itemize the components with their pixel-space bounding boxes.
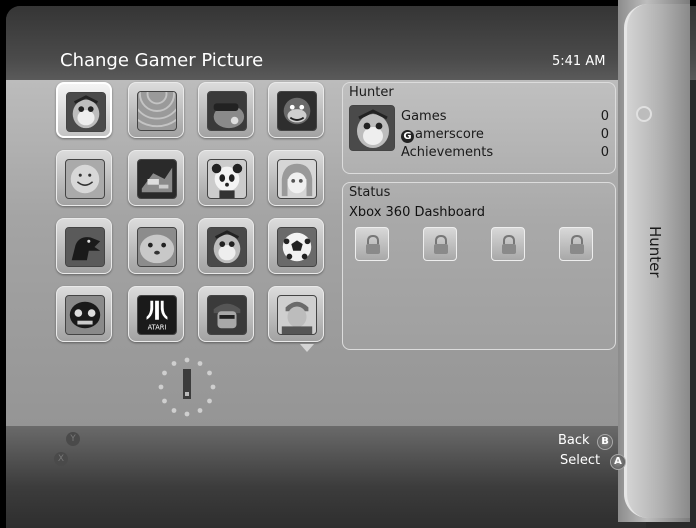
stat-label: Games: [401, 109, 447, 124]
gamer-picture-tile-soldier[interactable]: [198, 286, 254, 342]
stat-row-games: Games 0: [401, 109, 611, 126]
status-slot: [355, 227, 389, 261]
atari-logo-icon: ATARI: [137, 295, 177, 335]
status-slot: [559, 227, 593, 261]
lock-icon: [502, 235, 516, 254]
lock-icon: [570, 235, 584, 254]
clock: 5:41 AM: [552, 54, 606, 69]
smiley-icon: [65, 159, 105, 199]
seal-pup-icon: [137, 227, 177, 267]
b-button-icon[interactable]: B: [597, 434, 613, 450]
owl-icon: [66, 92, 106, 132]
select-hint-label: Select: [560, 453, 601, 468]
page-title: Change Gamer Picture: [60, 50, 264, 71]
x-button-icon: X: [54, 452, 68, 466]
back-hint-label: Back: [558, 433, 590, 448]
status-slot: [491, 227, 525, 261]
gamer-picture-tile-rings[interactable]: [128, 82, 184, 138]
gamer-picture-tile-mask[interactable]: [56, 286, 112, 342]
stat-value: 0: [600, 145, 609, 160]
robot-dragon-icon: [137, 159, 177, 199]
atari-text: ATARI: [148, 323, 167, 331]
dinosaur-icon: [65, 227, 105, 267]
gamer-picture-tile-owl-2[interactable]: [198, 218, 254, 274]
gamer-picture-owl-icon: [349, 105, 395, 151]
gamertag: Hunter: [349, 85, 394, 100]
gamer-picture-tile-robot-dragon[interactable]: [128, 150, 184, 206]
status-slot: [423, 227, 457, 261]
gamer-picture-tile-seal[interactable]: [128, 218, 184, 274]
gamer-picture-tile-panda[interactable]: [198, 150, 254, 206]
pilot-icon: [277, 295, 317, 335]
profile-panel: Hunter Games 0 Gamerscore 0 Achievements…: [342, 82, 616, 174]
stat-label: Achievements: [401, 145, 494, 160]
owl-icon: [207, 227, 247, 267]
mask-creature-icon: [65, 295, 105, 335]
gamer-picture-grid: ATARI: [52, 80, 324, 342]
gamer-picture-tile-atari[interactable]: ATARI: [128, 286, 184, 342]
lock-icon: [434, 235, 448, 254]
gamer-picture-tile-smiley[interactable]: [56, 150, 112, 206]
ring-icon: [636, 106, 652, 122]
goggles-creature-icon: [207, 91, 247, 131]
gamerscore-icon: G: [401, 130, 414, 143]
stat-value: 0: [600, 109, 609, 124]
soldier-icon: [207, 295, 247, 335]
status-text: Xbox 360 Dashboard: [349, 205, 486, 220]
lock-icon: [366, 235, 380, 254]
gamer-picture-tile-dinosaur[interactable]: [56, 218, 112, 274]
loading-spinner-icon: [158, 357, 216, 417]
a-button-icon[interactable]: A: [610, 454, 626, 470]
stat-row-gamerscore: Gamerscore 0: [401, 127, 611, 144]
soccer-ball-icon: [277, 227, 317, 267]
gamer-picture-tile-creature[interactable]: [198, 82, 254, 138]
stat-row-achievements: Achievements 0: [401, 145, 611, 162]
stat-label-text: amerscore: [415, 127, 484, 142]
monkey-icon: [277, 91, 317, 131]
stat-value: 0: [600, 127, 609, 142]
gamer-picture-tile-pilot[interactable]: [268, 286, 324, 342]
gamer-picture-tile-owl[interactable]: [56, 82, 112, 138]
status-title: Status: [349, 185, 391, 200]
status-panel: Status Xbox 360 Dashboard: [342, 182, 616, 350]
blade-label: Hunter: [646, 226, 664, 278]
anime-girl-icon: [277, 159, 317, 199]
gamer-picture-tile-anime[interactable]: [268, 150, 324, 206]
gamer-picture-tile-monkey[interactable]: [268, 82, 324, 138]
gamer-picture-tile-soccer[interactable]: [268, 218, 324, 274]
panda-icon: [207, 159, 247, 199]
scroll-down-arrow-icon[interactable]: [300, 344, 314, 352]
stat-label: Gamerscore: [401, 127, 484, 143]
rings-icon: [137, 91, 177, 131]
y-button-icon: Y: [66, 432, 80, 446]
footer-band: [6, 426, 646, 528]
